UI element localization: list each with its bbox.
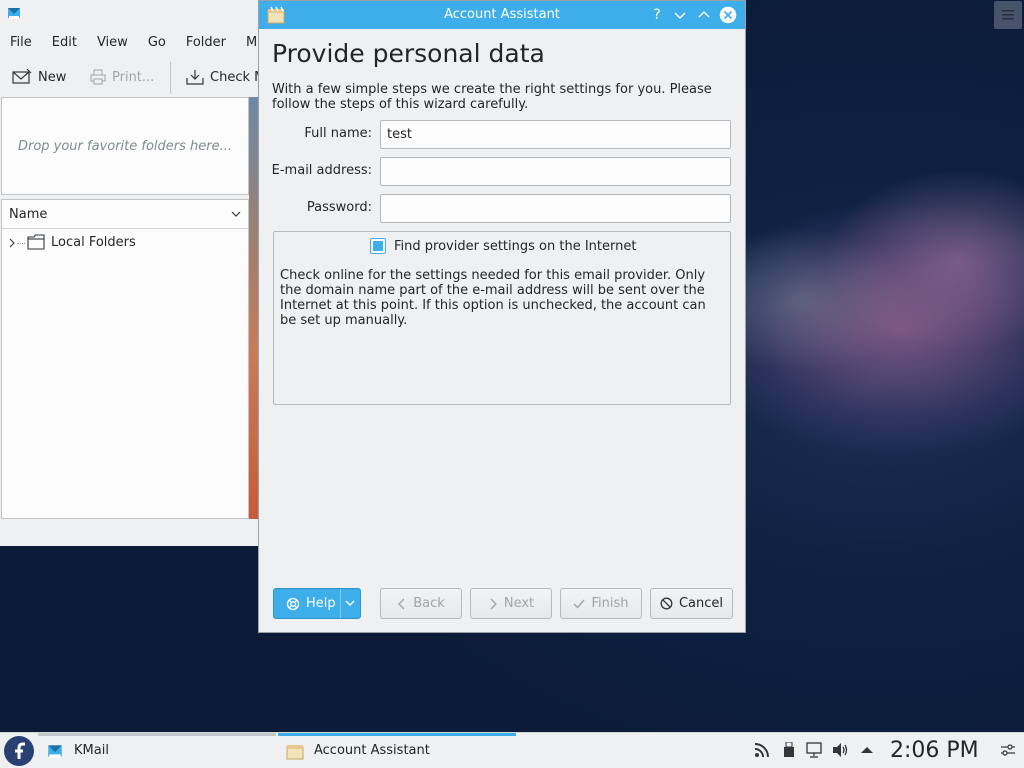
folder-icon — [27, 234, 45, 250]
chevron-down-icon — [231, 211, 241, 217]
provider-settings-group: Find provider settings on the Internet C… — [273, 231, 731, 405]
kmail-icon — [48, 744, 62, 758]
full-name-field[interactable] — [380, 120, 731, 149]
tree-branch-line — [17, 243, 25, 244]
kmail-icon — [8, 8, 20, 19]
network-icon[interactable] — [806, 742, 824, 758]
question-icon: ? — [653, 7, 661, 23]
favorite-folders-hint: Drop your favorite folders here... — [17, 138, 233, 154]
back-button[interactable]: Back — [380, 588, 462, 619]
fedora-icon[interactable] — [3, 735, 35, 767]
menu-go[interactable]: Go — [138, 32, 176, 54]
menu-view[interactable]: View — [87, 32, 138, 54]
close-icon — [719, 6, 737, 24]
minimize-button[interactable] — [671, 6, 689, 24]
kmail-titlebar[interactable] — [0, 0, 258, 28]
next-button-label: Next — [503, 596, 535, 611]
folder-item-label: Local Folders — [51, 235, 136, 250]
taskbar: KMail Account Assistant 2:06 PM — [0, 732, 1024, 768]
task-account-assistant[interactable]: Account Assistant — [278, 733, 516, 768]
kmail-window: File Edit View Go Folder M New Print... — [0, 0, 265, 546]
help-button[interactable]: Help — [273, 588, 361, 619]
find-provider-checkbox-row[interactable]: Find provider settings on the Internet — [370, 238, 636, 254]
maximize-icon — [698, 11, 710, 18]
chevron-down-icon[interactable] — [345, 598, 355, 608]
toolbar-separator — [170, 62, 171, 94]
minimize-icon — [674, 12, 686, 19]
folder-item-local-folders[interactable]: Local Folders — [2, 229, 248, 257]
kmail-preview-strip — [249, 97, 258, 519]
new-mail-icon — [12, 69, 32, 84]
check-mail-icon — [186, 70, 204, 85]
full-name-label: Full name: — [304, 126, 372, 141]
folder-tree-header[interactable]: Name — [2, 200, 248, 229]
help-icon — [286, 597, 300, 610]
print-button[interactable]: Print... — [90, 62, 154, 92]
account-wizard-icon — [286, 744, 304, 759]
hamburger-icon — [1002, 10, 1014, 20]
checkbox-checked-mark — [373, 241, 383, 251]
finish-button-label: Finish — [591, 596, 629, 611]
finish-button[interactable]: Finish — [560, 588, 642, 619]
menu-folder[interactable]: Folder — [176, 32, 236, 54]
dialog-titlebar[interactable]: Account Assistant ? — [259, 1, 745, 29]
menu-edit[interactable]: Edit — [42, 32, 87, 54]
help-button-label: Help — [306, 596, 336, 611]
password-label: Password: — [306, 200, 372, 215]
clock[interactable]: 2:06 PM — [890, 738, 979, 763]
help-button-divider — [340, 589, 341, 618]
task-kmail-label: KMail — [74, 743, 109, 758]
close-button[interactable] — [719, 6, 737, 24]
find-provider-label[interactable]: Find provider settings on the Internet — [394, 239, 636, 254]
task-indicator — [38, 733, 276, 736]
usb-icon[interactable] — [783, 742, 795, 758]
check-mail-button[interactable]: Check M — [186, 62, 265, 92]
kmail-menubar: File Edit View Go Folder M — [0, 32, 267, 54]
account-assistant-dialog: Account Assistant ? Provide personal dat… — [258, 0, 746, 633]
chevron-left-icon — [398, 598, 405, 609]
next-button[interactable]: Next — [470, 588, 552, 619]
chevron-right-icon — [490, 598, 497, 609]
column-header-name: Name — [9, 206, 48, 222]
email-label: E-mail address: — [271, 163, 372, 178]
kmail-toolbar: New Print... Check M — [0, 62, 265, 94]
password-field[interactable] — [380, 194, 731, 223]
favorite-folders-pane[interactable]: Drop your favorite folders here... — [1, 97, 249, 195]
arrow-up-icon[interactable] — [860, 745, 874, 755]
volume-icon[interactable] — [832, 742, 848, 758]
email-field[interactable] — [380, 157, 731, 186]
task-assistant-label: Account Assistant — [314, 743, 430, 758]
check-icon — [573, 599, 586, 609]
rss-icon[interactable] — [754, 742, 770, 758]
task-kmail[interactable]: KMail — [38, 733, 276, 768]
intro-text: With a few simple steps we create the ri… — [272, 82, 712, 112]
print-icon — [90, 69, 106, 85]
maximize-button[interactable] — [695, 6, 713, 24]
new-button[interactable]: New — [12, 62, 66, 92]
provider-description: Check online for the settings needed for… — [280, 268, 706, 328]
cancel-button[interactable]: Cancel — [650, 588, 733, 619]
settings-icon[interactable] — [1000, 743, 1016, 757]
page-title: Provide personal data — [272, 39, 545, 68]
folder-tree[interactable]: Name Local Folders — [1, 199, 249, 519]
desktop-toolbox-button[interactable] — [994, 1, 1022, 29]
cancel-button-label: Cancel — [678, 596, 724, 611]
help-titlebar-button[interactable]: ? — [648, 6, 666, 24]
menu-file[interactable]: File — [0, 32, 42, 54]
task-indicator-active — [278, 733, 516, 736]
print-button-label: Print... — [112, 69, 155, 85]
back-button-label: Back — [413, 596, 445, 611]
chevron-right-icon[interactable] — [8, 238, 16, 248]
find-provider-checkbox[interactable] — [370, 238, 386, 254]
new-button-label: New — [38, 69, 67, 85]
cancel-icon — [660, 597, 673, 610]
